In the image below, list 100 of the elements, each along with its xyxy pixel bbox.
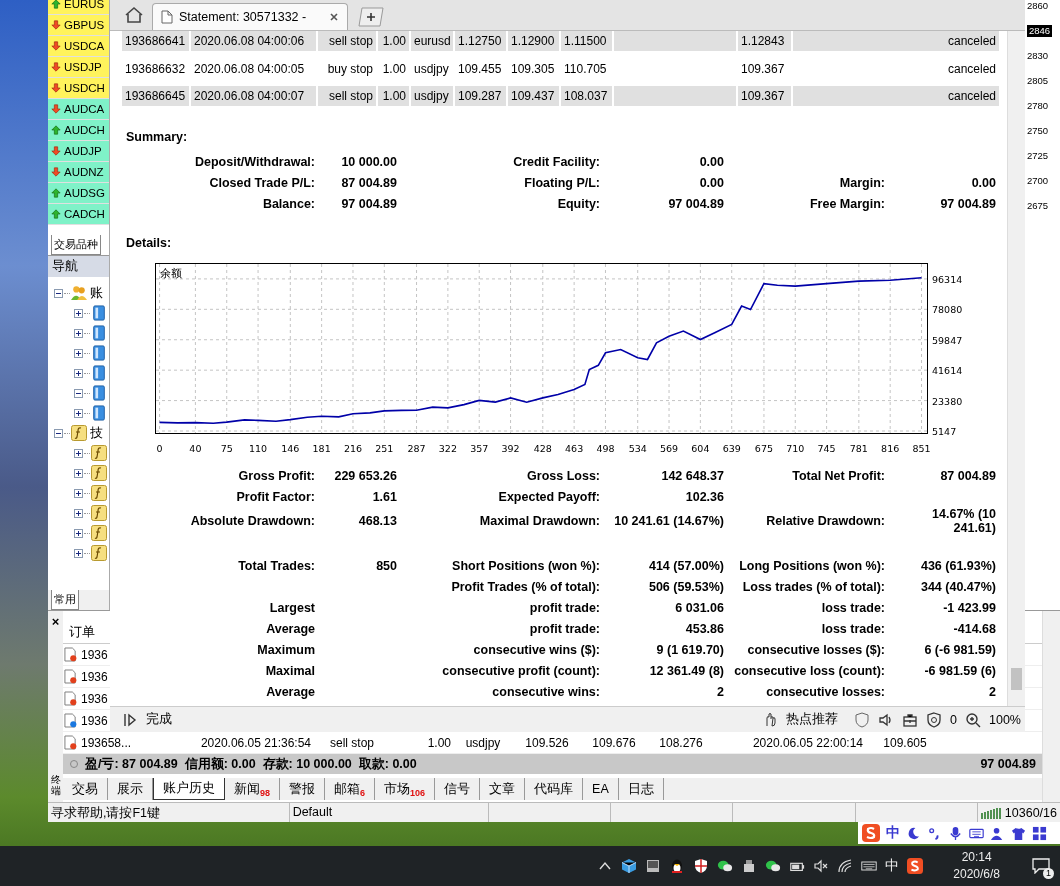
input-mode-toggle[interactable]: 中 [886, 824, 900, 842]
cube-icon[interactable] [621, 858, 638, 874]
server-icon [91, 405, 107, 421]
expand-icon[interactable] [74, 308, 83, 318]
expand-icon[interactable] [74, 488, 83, 498]
keyboard-icon[interactable] [861, 858, 878, 874]
expand-icon[interactable] [74, 508, 83, 518]
shield-icon[interactable] [693, 858, 710, 874]
table-cell-text: 109.455 [457, 60, 503, 78]
stat-label: Expected Payoff: [498, 489, 600, 504]
microphone-icon[interactable] [948, 825, 963, 841]
stat-label: Average [266, 684, 315, 699]
axis-label: 96314 [932, 273, 963, 285]
stat-value: 468.13 [358, 514, 397, 528]
close-icon[interactable] [329, 12, 339, 22]
stat-label: Relative Drawdown: [766, 514, 885, 528]
section-heading: Summary: [126, 130, 189, 146]
expand-icon[interactable] [74, 328, 83, 338]
symbol-row[interactable]: USDJP [48, 57, 109, 78]
symbol-row[interactable]: AUDNZ [48, 162, 109, 183]
notification-button[interactable]: 1 [1028, 853, 1054, 879]
axis-label: 710 [786, 443, 805, 454]
chat-bubbles-icon[interactable] [765, 858, 782, 874]
symbol-row[interactable]: AUDJP [48, 141, 109, 162]
table-cell: 1.12750 [455, 31, 506, 51]
table-cell-text: 108.276 [658, 735, 704, 750]
wifi-icon[interactable] [837, 858, 854, 874]
table-cell-text: 1.00 [381, 60, 407, 78]
table-cell: sell stop [318, 86, 376, 106]
expand-icon[interactable] [74, 528, 83, 538]
recommend-link[interactable]: 热点推荐 [786, 711, 839, 728]
clock[interactable]: 20:14 2020/6/8 [953, 849, 1000, 883]
zoom-level[interactable]: 100% [989, 712, 1021, 727]
expand-icon[interactable] [74, 408, 83, 418]
expand-icon[interactable] [74, 548, 83, 558]
table-cell-text: canceled [946, 60, 997, 78]
stat-label: Maximal [265, 663, 315, 678]
stat-label: Credit Facility: [513, 154, 600, 169]
chat-bubbles-icon[interactable] [717, 858, 734, 874]
input-mode-toggle[interactable]: 中 [885, 857, 900, 875]
table-cell-text: 110.705 [563, 60, 608, 78]
tree-item[interactable]: 技 [90, 424, 103, 442]
moon-icon[interactable] [906, 825, 921, 841]
stat-value: 0.00 [699, 154, 724, 169]
ad-block-icon[interactable] [926, 711, 943, 728]
person-icon[interactable] [990, 825, 1005, 841]
window-icon[interactable] [645, 858, 662, 874]
collapse-icon[interactable] [54, 288, 63, 298]
stat-label: consecutive wins ($): [473, 642, 600, 657]
symbol-row[interactable]: EURUS [48, 0, 109, 15]
table-cell: usdjpy [411, 86, 453, 106]
table-cell: 2020.06.08 04:00:07 [191, 86, 316, 106]
server-icon [91, 305, 107, 321]
toolbox-icon[interactable] [902, 711, 919, 728]
symbol-row[interactable]: AUDCA [48, 99, 109, 120]
stat-value: 97 004.89 [668, 196, 724, 211]
expand-icon[interactable] [74, 448, 83, 458]
axis-label: 0 [156, 443, 163, 454]
table-cell: 1.00 [378, 31, 409, 51]
stat-label: Maximum [257, 642, 315, 657]
collapse-icon[interactable] [74, 388, 83, 398]
panel-tab[interactable]: 常用 [51, 590, 79, 610]
collapse-icon[interactable] [54, 428, 63, 438]
home-icon[interactable] [124, 6, 144, 24]
speaker-muted-icon[interactable] [813, 858, 830, 874]
expand-icon[interactable] [74, 468, 83, 478]
new-tab-icon[interactable] [356, 7, 386, 27]
table-cell: eurusd [411, 31, 453, 51]
table-cell-text: buy stop [326, 60, 374, 78]
stat-label: consecutive profit (count): [442, 663, 600, 678]
close-button[interactable]: × [51, 615, 60, 629]
sidebar-toggle-icon[interactable] [122, 711, 138, 728]
symbol-row[interactable]: AUDSG [48, 183, 109, 204]
scrollbar[interactable] [1007, 31, 1025, 706]
stat-label: Gross Loss: [527, 468, 600, 483]
expand-icon[interactable] [74, 368, 83, 378]
balance-value: 97 004.89 [980, 757, 1037, 771]
symbol-row[interactable]: USDCH [48, 78, 109, 99]
section-heading: Details: [126, 236, 173, 252]
stat-value: 97 004.89 [341, 196, 397, 211]
stat-label: Gross Profit: [238, 468, 315, 483]
shirt-icon[interactable] [1011, 825, 1026, 841]
scrollbar[interactable] [1042, 611, 1060, 802]
s-logo-icon[interactable] [907, 858, 924, 874]
stat-value: 2 [717, 684, 724, 699]
terminal-tab[interactable]: 账户历史 [153, 778, 225, 800]
symbol-row[interactable]: AUDCH [48, 120, 109, 141]
stat-label: Absolute Drawdown: [190, 514, 315, 528]
symbol-row[interactable]: USDCA [48, 36, 109, 57]
grid-icon[interactable] [1032, 825, 1047, 841]
tree-item[interactable]: 账 [90, 284, 103, 302]
axis-label: 675 [754, 443, 773, 454]
expand-icon[interactable] [74, 348, 83, 358]
symbol-row[interactable]: CADCH [48, 204, 109, 225]
axis-label: 781 [849, 443, 868, 454]
zoom-in-icon[interactable] [965, 711, 981, 728]
symbol-row[interactable]: GBPUS [48, 15, 109, 36]
browser-tab[interactable]: Statement: 30571332 - [152, 3, 348, 30]
column-header[interactable]: 订单 [63, 623, 101, 641]
panel-tab[interactable]: 交易品种 [51, 235, 101, 255]
